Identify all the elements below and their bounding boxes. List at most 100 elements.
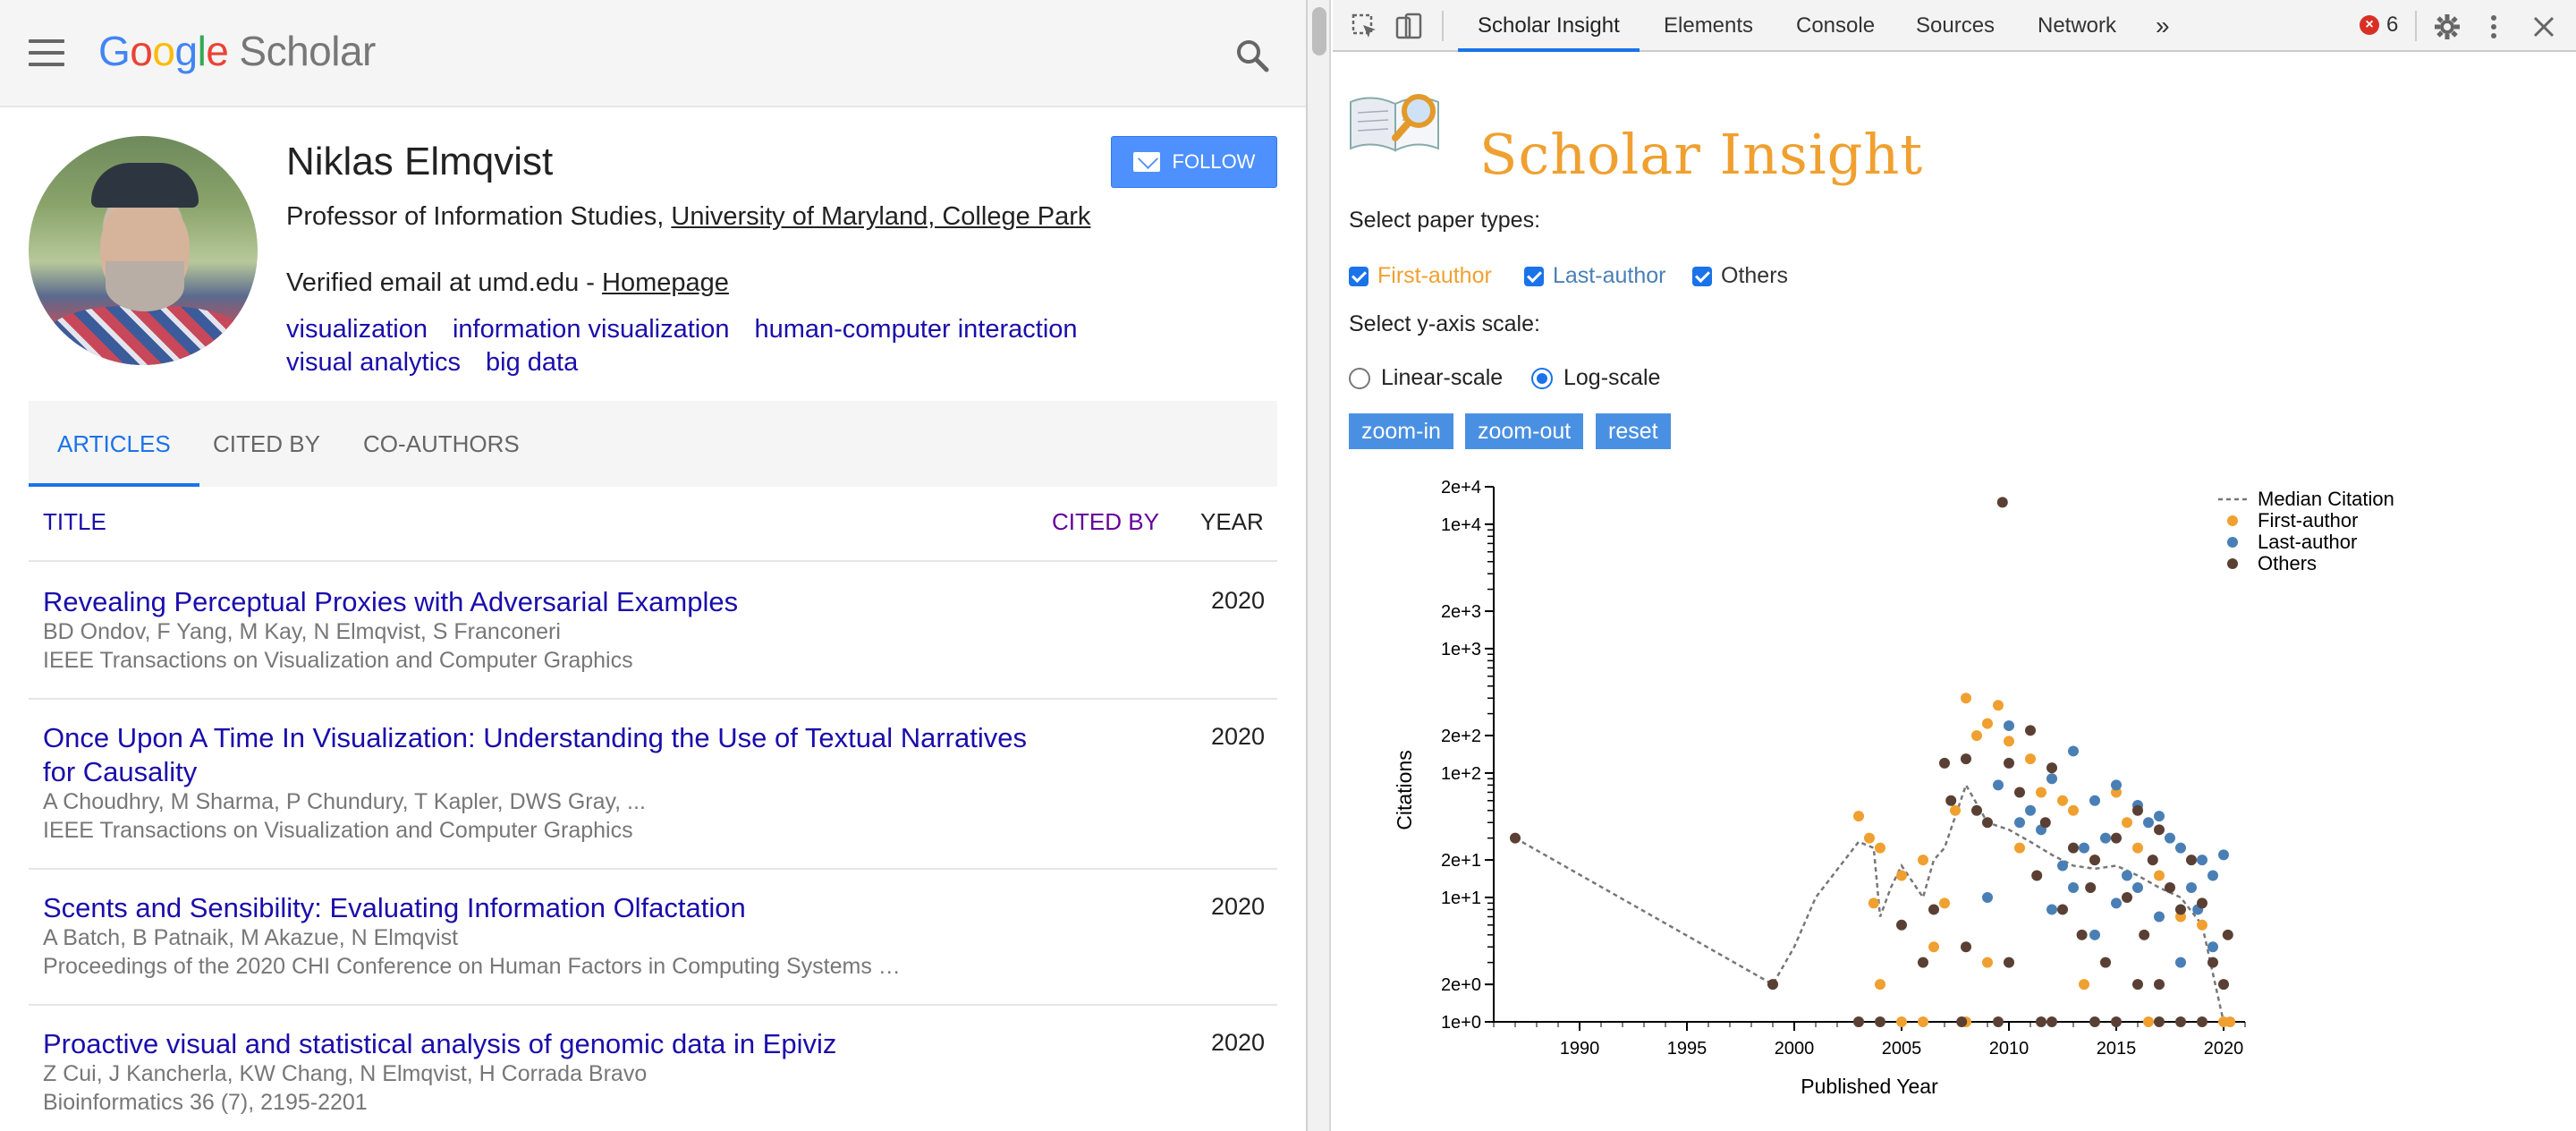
point-others xyxy=(2014,787,2025,798)
y-axis-label: Citations xyxy=(1393,750,1416,829)
citation-scatter-plot[interactable]: 1e+0 2e+0 1e+1 2e+1 1e+2 2e+2 1e+3 2e+3 1e+4 2e+4… xyxy=(1333,469,2576,1131)
point-first-author xyxy=(2122,817,2132,829)
point-last-author xyxy=(2197,855,2207,866)
hamburger-menu-icon[interactable] xyxy=(29,39,64,66)
point-others xyxy=(2122,891,2132,903)
reset-button[interactable]: reset xyxy=(1596,413,1671,449)
point-others xyxy=(2165,881,2175,893)
point-first-author xyxy=(1896,1016,1907,1027)
zoom-out-button[interactable]: zoom-out xyxy=(1465,413,1584,449)
tab-scholar-insight[interactable]: Scholar Insight xyxy=(1458,0,1640,52)
point-first-author xyxy=(1853,811,1864,822)
point-last-author xyxy=(1993,779,2004,791)
column-cited-by[interactable]: CITED BY xyxy=(1052,508,1159,536)
legend-swatch xyxy=(2227,515,2238,526)
y-tick-label: 1e+3 xyxy=(1441,640,1481,659)
profile-affiliation: Professor of Information Studies, Univer… xyxy=(286,200,1091,234)
follow-button[interactable]: FOLLOW xyxy=(1111,136,1277,188)
point-others xyxy=(1875,1016,1885,1027)
google-scholar-logo[interactable]: Google Scholar xyxy=(98,27,376,75)
point-others xyxy=(1956,1016,1968,1027)
point-last-author xyxy=(2111,897,2122,909)
checkbox-last-author[interactable]: Last-author xyxy=(1524,263,1665,289)
tab-network[interactable]: Network xyxy=(2038,0,2116,52)
scrollbar-thumb[interactable] xyxy=(1312,7,1326,55)
articles-table-header: TITLE CITED BY YEAR xyxy=(29,497,1277,562)
column-year[interactable]: YEAR xyxy=(1200,508,1264,536)
devtools-toolbar: Scholar Insight Elements Console Sources… xyxy=(1333,0,2576,52)
point-first-author xyxy=(2036,787,2046,798)
table-row: Revealing Perceptual Proxies with Advers… xyxy=(29,564,1277,700)
profile-name: Niklas Elmqvist xyxy=(286,140,554,183)
search-icon[interactable] xyxy=(1234,38,1270,73)
point-others xyxy=(1939,757,1950,769)
tab-elements[interactable]: Elements xyxy=(1664,0,1753,52)
point-first-author xyxy=(1982,957,1993,968)
close-icon[interactable] xyxy=(2531,13,2556,41)
article-authors: A Batch, B Patnaik, M Akazue, N Elmqvist xyxy=(43,925,459,950)
page-scrollbar[interactable] xyxy=(1308,0,1331,1131)
y-tick-label: 1e+2 xyxy=(1441,764,1481,784)
tab-console[interactable]: Console xyxy=(1796,0,1875,52)
logo-letter: o xyxy=(130,28,153,74)
checkbox-checked-icon xyxy=(1524,266,1544,286)
x-tick-label: 2020 xyxy=(2204,1039,2244,1059)
interest-link[interactable]: human-computer interaction xyxy=(754,315,1077,344)
point-first-author xyxy=(1971,730,1982,742)
point-others xyxy=(2089,855,2100,866)
point-others xyxy=(2139,929,2150,940)
interest-link[interactable]: visualization xyxy=(286,315,428,344)
y-tick-label: 2e+0 xyxy=(1441,975,1481,995)
point-first-author xyxy=(2004,736,2014,747)
article-title[interactable]: Proactive visual and statistical analysi… xyxy=(43,1027,1045,1061)
point-last-author xyxy=(2207,870,2218,881)
tab-articles[interactable]: ARTICLES xyxy=(29,401,199,487)
tab-co-authors[interactable]: CO-AUTHORS xyxy=(363,401,520,487)
article-title[interactable]: Once Upon A Time In Visualization: Under… xyxy=(43,721,1045,789)
article-year: 2020 xyxy=(1211,1029,1266,1056)
point-others xyxy=(1961,941,1971,953)
point-last-author xyxy=(2132,881,2143,893)
tab-cited-by[interactable]: CITED BY xyxy=(213,401,320,487)
kebab-menu-icon[interactable] xyxy=(2487,13,2501,41)
checkbox-first-author[interactable]: First-author xyxy=(1349,263,1492,289)
point-first-author xyxy=(1875,979,1885,991)
article-title[interactable]: Revealing Perceptual Proxies with Advers… xyxy=(43,585,1045,619)
point-others xyxy=(2089,1016,2100,1027)
point-others xyxy=(2031,870,2043,881)
gear-icon[interactable] xyxy=(2433,13,2462,41)
device-toolbar-icon[interactable] xyxy=(1395,13,1424,41)
interest-link[interactable]: visual analytics xyxy=(286,348,461,377)
y-tick-label: 2e+1 xyxy=(1441,851,1481,871)
radio-selected-icon xyxy=(1531,367,1553,389)
point-first-author xyxy=(1982,718,1993,729)
interest-link[interactable]: big data xyxy=(486,348,578,377)
toolbar-divider xyxy=(1442,11,1444,41)
follow-label: FOLLOW xyxy=(1172,150,1256,173)
point-others xyxy=(2222,929,2233,940)
interest-link[interactable]: information visualization xyxy=(453,315,729,344)
point-others xyxy=(2039,817,2051,829)
homepage-link[interactable]: Homepage xyxy=(602,268,729,297)
zoom-in-button[interactable]: zoom-in xyxy=(1349,413,1453,449)
more-tabs-icon[interactable]: » xyxy=(2156,0,2170,52)
point-others xyxy=(2197,897,2207,909)
error-count-badge[interactable]: × 6 xyxy=(2360,13,2398,38)
point-last-author xyxy=(2122,870,2132,881)
inspect-element-icon[interactable] xyxy=(1351,13,1379,41)
x-axis-label: Published Year xyxy=(1801,1075,1938,1098)
radio-linear-scale[interactable]: Linear-scale xyxy=(1349,365,1503,391)
checkbox-others[interactable]: Others xyxy=(1692,263,1788,289)
article-year: 2020 xyxy=(1211,723,1266,750)
point-last-author xyxy=(2089,795,2100,806)
article-year: 2020 xyxy=(1211,893,1266,920)
article-venue: IEEE Transactions on Visualization and C… xyxy=(43,648,633,673)
column-title[interactable]: TITLE xyxy=(43,508,106,536)
point-last-author xyxy=(2068,745,2079,757)
point-last-author xyxy=(2068,881,2079,893)
affiliation-link[interactable]: University of Maryland, College Park xyxy=(671,202,1090,231)
radio-log-scale[interactable]: Log-scale xyxy=(1531,365,1660,391)
article-title[interactable]: Scents and Sensibility: Evaluating Infor… xyxy=(43,891,1045,925)
tab-sources[interactable]: Sources xyxy=(1916,0,1995,52)
point-first-author xyxy=(1950,804,1961,816)
